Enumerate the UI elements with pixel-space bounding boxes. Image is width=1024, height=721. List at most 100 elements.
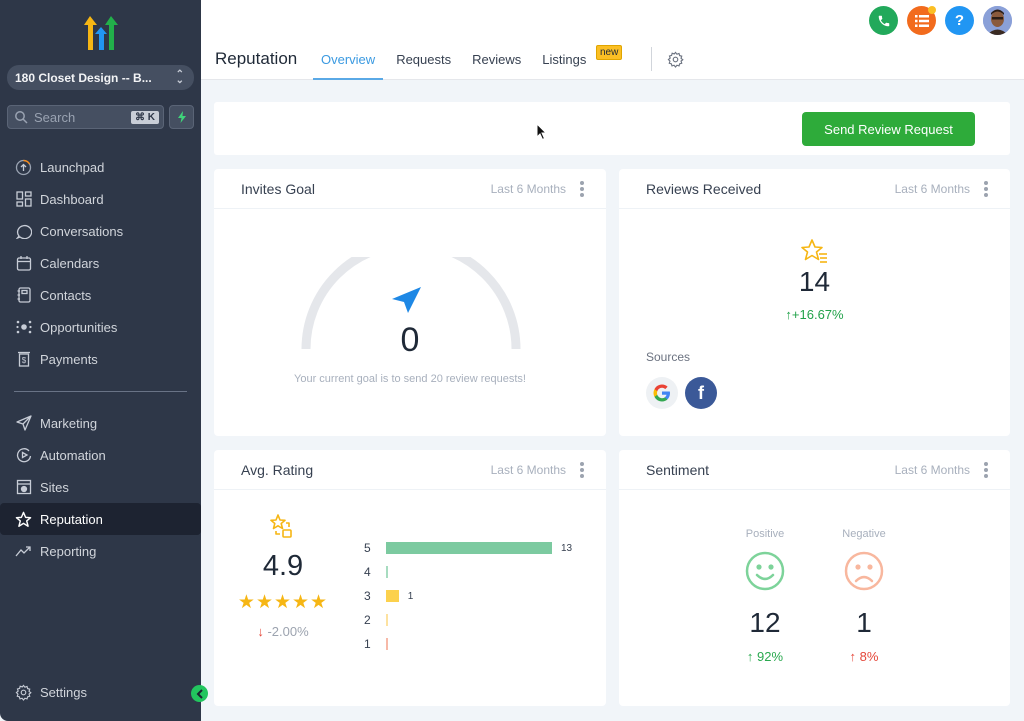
rating-bar-row: 4 — [364, 560, 594, 584]
date-range-selector[interactable]: Last 6 Months — [895, 463, 970, 477]
chevron-updown-icon: ⌃ ⌄ — [175, 68, 184, 86]
sidebar-item-label: Automation — [40, 447, 106, 463]
rating-bar — [386, 566, 388, 578]
trend-icon — [15, 543, 32, 560]
search-input[interactable]: Search ⌘ K — [7, 105, 164, 129]
rating-bar-row: 5 13 — [364, 536, 594, 560]
date-range-selector[interactable]: Last 6 Months — [491, 182, 566, 196]
rating-bar — [386, 614, 388, 626]
sidebar-item-payments[interactable]: $ Payments — [0, 343, 201, 375]
more-options-icon[interactable] — [580, 180, 584, 197]
automation-icon — [15, 447, 32, 464]
positive-count: 12 — [749, 607, 781, 638]
google-icon — [653, 384, 670, 402]
search-shortcut: ⌘ K — [131, 110, 159, 124]
launchpad-icon — [15, 159, 32, 176]
more-options-icon[interactable] — [984, 461, 988, 478]
tab-separator — [651, 47, 652, 71]
tab-reviews[interactable]: Reviews — [464, 46, 529, 80]
mouse-cursor-icon — [536, 123, 548, 141]
sidebar-item-reputation[interactable]: Reputation — [0, 503, 201, 535]
quick-actions-button[interactable] — [169, 105, 194, 129]
location-switcher[interactable]: 180 Closet Design -- B... ⌃ ⌄ — [7, 65, 194, 90]
rating-bar-row: 2 — [364, 608, 594, 632]
top-bar: Reputation Overview Requests Reviews Lis… — [201, 0, 1024, 80]
sidebar-item-dashboard[interactable]: Dashboard — [0, 183, 201, 215]
rating-bar-row: 1 — [364, 632, 594, 656]
rating-change: ↓ -2.00% — [214, 624, 352, 639]
card-header: Sentiment Last 6 Months — [619, 450, 1010, 490]
page-title: Reputation — [215, 49, 298, 68]
date-range-selector[interactable]: Last 6 Months — [895, 182, 970, 196]
tab-listings[interactable]: Listings — [534, 46, 594, 80]
phone-button[interactable] — [869, 6, 898, 35]
rating-bar-label: 2 — [364, 613, 371, 627]
sidebar-item-settings[interactable]: Settings — [0, 676, 201, 708]
dashboard-icon — [15, 191, 32, 208]
card-title: Reviews Received — [646, 180, 762, 197]
tab-requests[interactable]: Requests — [388, 46, 459, 80]
tasks-button[interactable] — [907, 6, 936, 35]
tab-overview[interactable]: Overview — [313, 46, 384, 80]
sidebar-item-automation[interactable]: Automation — [0, 439, 201, 471]
sidebar-item-label: Sites — [40, 479, 69, 495]
sidebar-item-opportunities[interactable]: Opportunities — [0, 311, 201, 343]
nav-footer: Settings — [0, 676, 201, 708]
rating-bar-label: 3 — [364, 589, 371, 603]
sidebar-item-marketing[interactable]: Marketing — [0, 407, 201, 439]
sidebar-item-launchpad[interactable]: Launchpad — [0, 151, 201, 183]
tab-bar: Overview Requests Reviews Listings — [313, 46, 599, 80]
reputation-settings-gear-icon[interactable] — [667, 51, 684, 68]
date-range-selector[interactable]: Last 6 Months — [491, 463, 566, 477]
app-logo[interactable] — [83, 16, 119, 50]
goal-note: Your current goal is to send 20 review r… — [294, 373, 526, 385]
rating-stars-icon: ★★★★★ — [237, 592, 329, 613]
more-options-icon[interactable] — [580, 461, 584, 478]
avg-rating-value: 4.9 — [262, 550, 304, 582]
new-badge: new — [596, 45, 623, 60]
sidebar-item-calendars[interactable]: Calendars — [0, 247, 201, 279]
sidebar-item-conversations[interactable]: Conversations — [0, 215, 201, 247]
payments-icon: $ — [15, 351, 32, 368]
sidebar-item-sites[interactable]: Sites — [0, 471, 201, 503]
rating-bar — [386, 638, 388, 650]
smile-face-icon — [745, 551, 785, 591]
svg-text:$: $ — [21, 356, 26, 365]
invites-sent-value: 0 — [400, 321, 420, 359]
sidebar-item-label: Payments — [40, 351, 98, 367]
avatar-image — [983, 6, 1012, 35]
more-options-icon[interactable] — [984, 180, 988, 197]
change-value: -2.00% — [267, 624, 309, 639]
sidebar-item-label: Contacts — [40, 287, 92, 303]
card-title: Avg. Rating — [241, 461, 314, 478]
rating-bar-label: 1 — [364, 637, 371, 651]
sentiment-label: Positive — [745, 528, 785, 540]
action-bar: Send Review Request — [214, 102, 1010, 155]
rating-bar-row: 31 — [364, 584, 594, 608]
search-placeholder: Search — [34, 109, 76, 125]
notification-dot — [928, 6, 936, 14]
google-source[interactable] — [646, 377, 678, 409]
collapse-sidebar-button[interactable] — [191, 685, 208, 702]
sidebar-item-reporting[interactable]: Reporting — [0, 535, 201, 567]
sidebar: 180 Closet Design -- B... ⌃ ⌄ Search ⌘ K … — [0, 0, 201, 721]
change-value: 92% — [757, 649, 784, 664]
reviews-received-card: Reviews Received Last 6 Months 14 ↑+16.6… — [619, 169, 1010, 436]
frown-face-icon — [844, 551, 884, 591]
sidebar-item-label: Reporting — [40, 543, 97, 559]
send-review-request-button[interactable]: Send Review Request — [802, 112, 975, 146]
invites-goal-card: Invites Goal Last 6 Months 0 Your curren… — [214, 169, 606, 436]
negative-count: 1 — [856, 607, 872, 638]
sentiment-label: Negative — [842, 528, 886, 540]
help-button[interactable]: ? — [945, 6, 974, 35]
user-avatar[interactable] — [983, 6, 1012, 35]
facebook-source[interactable]: f — [685, 377, 717, 409]
sidebar-item-contacts[interactable]: Contacts — [0, 279, 201, 311]
facebook-icon: f — [698, 382, 704, 403]
star-list-icon — [801, 239, 827, 263]
avg-rating-card: Avg. Rating Last 6 Months 4.9 ★★★★★ ↓ -2… — [214, 450, 606, 706]
rating-icon — [270, 514, 292, 538]
card-header: Reviews Received Last 6 Months — [619, 169, 1010, 209]
positive-sentiment: Positive 12 ↑ 92% — [735, 528, 795, 664]
change-value: 8% — [859, 649, 879, 664]
